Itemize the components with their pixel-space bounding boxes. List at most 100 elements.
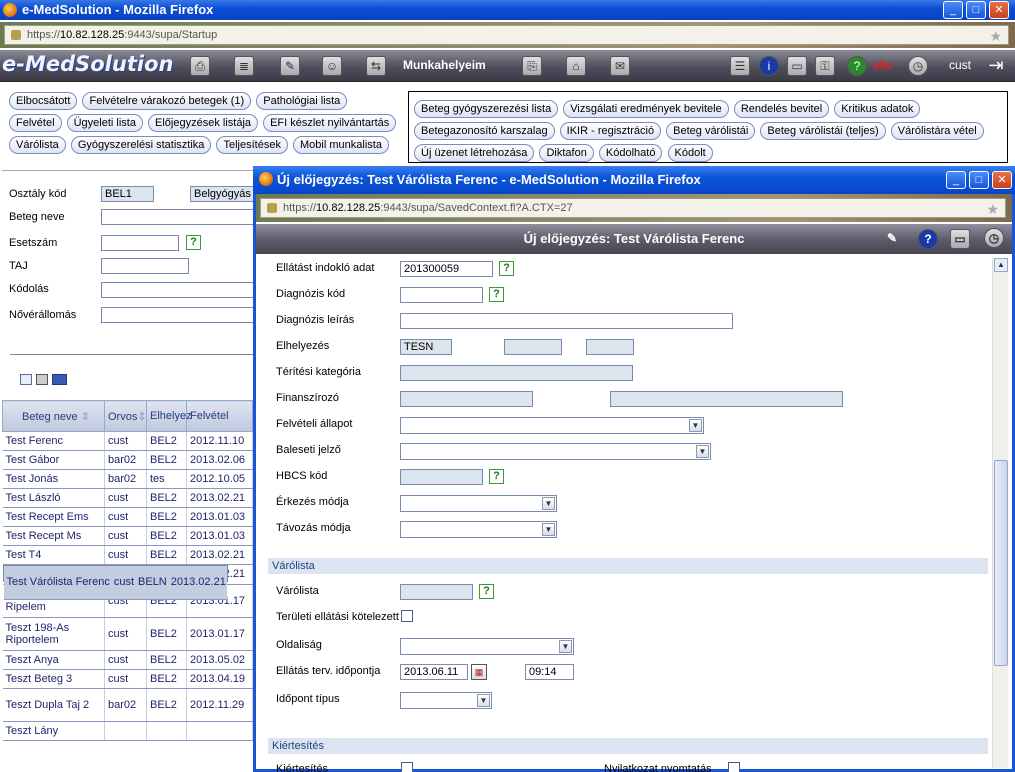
info-icon[interactable]: i xyxy=(759,56,779,76)
popup-bookmark-star-icon[interactable]: ★ xyxy=(986,200,999,218)
calendar-icon[interactable]: ▦ xyxy=(471,664,487,680)
beteg-gyogyszerezesi-lista-button[interactable]: Beteg gyógyszerezési lista xyxy=(414,100,559,118)
table-row[interactable]: Test Várólista Ferenc cust BELN 2013.02.21 xyxy=(2,565,228,600)
scroll-up-icon[interactable]: ▲ xyxy=(994,258,1008,272)
teljesitesek-button[interactable]: Teljesítések xyxy=(216,136,288,154)
col-header-elhelyez[interactable]: Elhelyez xyxy=(146,400,192,432)
table-row[interactable]: Teszt 198-As Riportelem cust BEL2 2013.01.1… xyxy=(2,617,253,651)
logout-icon[interactable]: ⇥ xyxy=(983,56,1009,76)
varolistara-vetel-button[interactable]: Várólistára vétel xyxy=(890,122,984,140)
hierarchy-icon[interactable]: ⌂ xyxy=(566,56,586,76)
rendeles-bevitel-button[interactable]: Rendelés bevitel xyxy=(733,100,830,118)
popup-window-icon[interactable]: ▭ xyxy=(950,229,970,249)
elhelyezes-input-3[interactable] xyxy=(586,339,634,355)
computer-icon[interactable]: ▭ xyxy=(787,56,807,76)
col-header-felvetel[interactable]: Felvétel xyxy=(186,400,253,432)
popup-maximize-button[interactable]: □ xyxy=(969,171,989,189)
felveteli-allapot-select[interactable]: ▼ xyxy=(400,417,704,434)
form-icon[interactable]: ≣ xyxy=(234,56,254,76)
kritikus-adatok-button[interactable]: Kritikus adatok xyxy=(834,100,921,118)
spellcheck-icon[interactable]: abc xyxy=(873,58,894,72)
ellatas-date-input[interactable]: 2013.06.11 xyxy=(400,664,468,680)
beteg-neve-input[interactable] xyxy=(101,209,261,225)
vizsgalati-eredmenyek-button[interactable]: Vizsgálati eredmények bevitele xyxy=(563,100,729,118)
tavozas-modja-select[interactable]: ▼ xyxy=(400,521,557,538)
col-header-orvos[interactable]: Orvos⇕ xyxy=(104,400,147,432)
stamp-icon[interactable]: ⎙ xyxy=(190,56,210,76)
export-icon[interactable] xyxy=(52,374,67,385)
felvetelre-varakozo-button[interactable]: Felvételre várakozó betegek (1) xyxy=(82,92,252,110)
teritesi-kategoria-input[interactable] xyxy=(400,365,633,381)
beteg-varolistai-button[interactable]: Beteg várólistái xyxy=(666,122,756,140)
noverallomas-select[interactable] xyxy=(101,307,261,323)
osztaly-input[interactable]: BEL1 xyxy=(101,186,154,202)
help-icon[interactable]: ? xyxy=(847,56,867,76)
efi-keszlet-button[interactable]: EFI készlet nyilvántartás xyxy=(263,114,397,132)
idopont-tipus-select[interactable]: ▼ xyxy=(400,692,492,709)
workplace-label[interactable]: Munkahelyeim xyxy=(403,58,486,72)
popup-clock-icon[interactable]: ◷ xyxy=(984,228,1004,248)
minimize-button[interactable]: _ xyxy=(943,1,963,19)
scrollbar-thumb[interactable] xyxy=(994,460,1008,666)
popup-scrollbar[interactable]: ▲ xyxy=(992,258,1008,768)
table-row[interactable]: Test Recept Ms cust BEL2 2013.01.03 xyxy=(2,526,253,546)
kodolas-select[interactable] xyxy=(101,282,261,298)
ellatast-indoklo-help-icon[interactable]: ? xyxy=(499,261,514,276)
uj-uzenet-button[interactable]: Új üzenet létrehozása xyxy=(414,144,535,162)
ellatas-time-input[interactable]: 09:14 xyxy=(525,664,574,680)
elbocsatott-button[interactable]: Elbocsátott xyxy=(9,92,78,110)
teruleti-checkbox[interactable] xyxy=(401,610,413,622)
nyilatkozat-checkbox[interactable] xyxy=(728,762,740,772)
pdf-icon[interactable]: ⎘ xyxy=(522,56,542,76)
table-row[interactable]: Test Gábor bar02 BEL2 2013.02.06 xyxy=(2,450,253,470)
elhelyezes-input-2[interactable] xyxy=(504,339,562,355)
table-row[interactable]: Teszt Dupla Taj 2 bar02 BEL2 2012.11.29 xyxy=(2,688,253,722)
workplace-icon[interactable]: ⇆ xyxy=(366,56,386,76)
popup-close-button[interactable]: ✕ xyxy=(992,171,1012,189)
table-row[interactable]: Teszt Anya cust BEL2 2013.05.02 xyxy=(2,650,253,670)
table-row[interactable]: Test László cust BEL2 2013.02.21 xyxy=(2,488,253,508)
oldalisag-select[interactable]: ▼ xyxy=(400,638,574,655)
betegazonosito-karszalag-button[interactable]: Betegazonosító karszalag xyxy=(414,122,555,140)
popup-help-icon[interactable]: ? xyxy=(918,229,938,249)
finanszirozo-input[interactable] xyxy=(400,391,533,407)
elojegyzesek-listaja-button[interactable]: Előjegyzések listája xyxy=(148,114,259,132)
pathologiai-lista-button[interactable]: Pathológiai lista xyxy=(256,92,348,110)
esetszam-input[interactable] xyxy=(101,235,179,251)
key-add-icon[interactable]: ⚿ xyxy=(815,56,835,76)
elhelyezes-input[interactable]: TESN xyxy=(400,339,452,355)
beteg-varolistai-teljes-button[interactable]: Beteg várólistái (teljes) xyxy=(760,122,886,140)
felvetel-button[interactable]: Felvétel xyxy=(9,114,62,132)
varolista-input[interactable] xyxy=(400,584,473,600)
diagnozis-leiras-input[interactable] xyxy=(400,313,733,329)
taj-input[interactable] xyxy=(101,258,189,274)
popup-tools-icon[interactable]: ✎ xyxy=(882,229,902,249)
esetszam-help-icon[interactable]: ? xyxy=(186,235,201,250)
maximize-button[interactable]: □ xyxy=(966,1,986,19)
baleseti-jelzo-select[interactable]: ▼ xyxy=(400,443,711,460)
ugyeleti-lista-button[interactable]: Ügyeleti lista xyxy=(66,114,143,132)
table-row[interactable]: Test Jonás bar02 tes 2012.10.05 xyxy=(2,469,253,489)
kiertesites-checkbox[interactable] xyxy=(401,762,413,772)
varolista-help-icon[interactable]: ? xyxy=(479,584,494,599)
bookmark-star-icon[interactable]: ★ xyxy=(989,27,1002,45)
mail-icon[interactable]: ✉ xyxy=(610,56,630,76)
popup-minimize-button[interactable]: _ xyxy=(946,171,966,189)
varolista-button[interactable]: Várólista xyxy=(9,136,66,154)
doctor-icon[interactable]: ☺ xyxy=(322,56,342,76)
clock-icon[interactable]: ◷ xyxy=(908,56,928,76)
erkezes-modja-select[interactable]: ▼ xyxy=(400,495,557,512)
finanszirozo-name-input[interactable] xyxy=(610,391,843,407)
kodolt-button[interactable]: Kódolt xyxy=(667,144,713,162)
table-row[interactable]: Test T4 cust BEL2 2013.02.21 xyxy=(2,545,253,565)
table-view-icon[interactable] xyxy=(20,374,32,385)
diagnozis-kod-help-icon[interactable]: ? xyxy=(489,287,504,302)
print-icon[interactable] xyxy=(36,374,48,385)
table-row[interactable]: Teszt Lány xyxy=(2,721,253,741)
kodolhato-button[interactable]: Kódolható xyxy=(598,144,663,162)
mobil-munkalista-button[interactable]: Mobil munkalista xyxy=(293,136,389,154)
table-row[interactable]: Test Ferenc cust BEL2 2012.11.10 xyxy=(2,431,253,451)
ellatast-indoklo-input[interactable]: 201300059 xyxy=(400,261,493,277)
col-header-beteg-neve[interactable]: Beteg neve ⇕ xyxy=(2,400,105,432)
diktafon-button[interactable]: Diktafon xyxy=(539,144,594,162)
